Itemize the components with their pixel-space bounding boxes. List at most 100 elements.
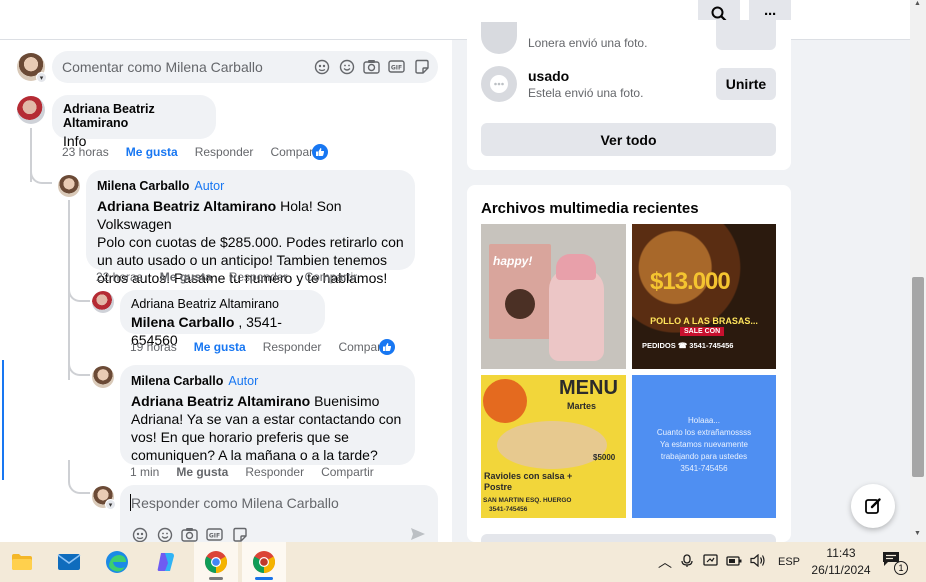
price-text: $13.000 bbox=[650, 268, 731, 295]
comment-composer[interactable]: Comentar como Milena Carballo GIF bbox=[52, 51, 438, 83]
comment-time[interactable]: 1 min bbox=[130, 465, 159, 479]
media-thumbnail[interactable]: happy! bbox=[481, 224, 626, 369]
emoji-icon[interactable] bbox=[156, 526, 173, 542]
chevron-down-icon[interactable]: ▾ bbox=[105, 499, 116, 510]
mail-icon bbox=[57, 554, 81, 570]
like-reaction-badge[interactable] bbox=[379, 339, 395, 355]
comment-bubble: Adriana Beatriz Altamirano Info bbox=[52, 95, 216, 149]
mention-link[interactable]: Adriana Beatriz Altamirano bbox=[131, 393, 310, 409]
svg-text:GIF: GIF bbox=[391, 65, 402, 72]
group-avatar[interactable] bbox=[481, 22, 517, 54]
comment-author[interactable]: Adriana Beatriz Altamirano bbox=[131, 297, 314, 311]
share-button[interactable]: Compartir bbox=[304, 270, 357, 284]
scrollbar-thumb[interactable] bbox=[912, 277, 924, 477]
taskbar-mail[interactable] bbox=[47, 542, 91, 582]
chevron-down-icon[interactable]: ▾ bbox=[36, 72, 47, 83]
group-avatar[interactable] bbox=[481, 66, 517, 102]
gif-icon[interactable]: GIF bbox=[206, 526, 223, 542]
comment-author[interactable]: Milena Carballo bbox=[131, 374, 223, 388]
restaurant-logo bbox=[483, 379, 527, 423]
send-icon[interactable] bbox=[410, 527, 426, 542]
reply-button[interactable]: Responder bbox=[263, 340, 322, 354]
mention-link[interactable]: Milena Carballo bbox=[131, 314, 234, 330]
product-box: happy! bbox=[489, 244, 551, 339]
menu-address: SAN MARTIN ESQ. HUERGO bbox=[483, 497, 572, 504]
reply-input[interactable]: Responder como Milena Carballo bbox=[131, 495, 339, 511]
chrome-icon bbox=[253, 551, 275, 573]
notification-count-badge: 1 bbox=[894, 561, 908, 575]
emoji-icon[interactable] bbox=[338, 58, 355, 75]
folder-icon bbox=[12, 554, 32, 570]
share-button[interactable]: Compartir bbox=[321, 465, 374, 479]
promo-tag: SALE CON bbox=[680, 327, 725, 336]
comment-time[interactable]: 19 horas bbox=[130, 340, 177, 354]
group-activity: Lonera envió una foto. bbox=[528, 36, 648, 50]
taskbar-file-explorer[interactable] bbox=[0, 542, 44, 582]
gif-icon[interactable]: GIF bbox=[388, 58, 405, 75]
reply-composer[interactable]: Responder como Milena Carballo GIF bbox=[120, 485, 438, 542]
meet-now-icon[interactable] bbox=[676, 553, 698, 571]
like-button[interactable]: Me gusta bbox=[126, 145, 178, 159]
avatar[interactable] bbox=[17, 96, 45, 124]
like-button[interactable]: Me gusta bbox=[194, 340, 246, 354]
comment-time[interactable]: 22 horas bbox=[96, 270, 143, 284]
battery-icon[interactable] bbox=[722, 555, 746, 569]
scroll-up-icon[interactable]: ▲ bbox=[914, 0, 921, 7]
menu-title: MENU bbox=[559, 377, 618, 399]
join-button[interactable]: Unirte bbox=[716, 68, 776, 100]
avatar[interactable] bbox=[92, 366, 114, 388]
promo-text: POLLO A LAS BRASAS... bbox=[650, 316, 758, 326]
new-message-button[interactable] bbox=[851, 484, 895, 528]
thread-connector bbox=[68, 460, 90, 494]
bottle-graphic bbox=[549, 269, 604, 361]
composer-icons: GIF bbox=[313, 58, 430, 75]
media-thumbnail[interactable]: $13.000 POLLO A LAS BRASAS... SALE CON P… bbox=[632, 224, 776, 369]
mention-link[interactable]: Adriana Beatriz Altamirano bbox=[97, 198, 276, 214]
comment-text: Adriana Beatriz Altamirano Buenisimo Adr… bbox=[131, 393, 402, 463]
sticker-icon[interactable] bbox=[231, 526, 248, 542]
avatar-sticker-icon[interactable] bbox=[313, 58, 330, 75]
camera-icon[interactable] bbox=[363, 58, 380, 75]
comment-input[interactable]: Comentar como Milena Carballo bbox=[62, 59, 263, 75]
taskbar-chrome-profile-2[interactable] bbox=[242, 542, 286, 582]
author-badge: Autor bbox=[194, 179, 225, 193]
like-reaction-badge[interactable] bbox=[312, 144, 328, 160]
see-all-button[interactable]: Ver todo bbox=[481, 123, 776, 156]
comment-actions: 19 horas Me gusta Responder Compartir bbox=[130, 340, 408, 354]
comment-author[interactable]: Adriana Beatriz Altamirano bbox=[63, 102, 205, 130]
comment-bubble: Milena Carballo Autor Adriana Beatriz Alt… bbox=[120, 365, 415, 465]
comment-time[interactable]: 23 horas bbox=[62, 145, 109, 159]
volume-icon[interactable] bbox=[746, 553, 770, 570]
comment-author[interactable]: Milena Carballo bbox=[97, 179, 189, 193]
reply-button[interactable]: Responder bbox=[229, 270, 288, 284]
media-thumbnail[interactable]: MENU Martes $5000 Ravioles con salsa + Po… bbox=[481, 375, 626, 518]
reply-button[interactable]: Responder bbox=[195, 145, 254, 159]
clock-date: 26/11/2024 bbox=[811, 563, 871, 577]
join-button[interactable] bbox=[716, 20, 776, 50]
group-chat-icon bbox=[490, 75, 508, 93]
reply-button[interactable]: Responder bbox=[245, 465, 304, 479]
input-language[interactable]: ESP bbox=[778, 556, 800, 568]
like-button[interactable]: Me gusta bbox=[160, 270, 212, 284]
taskbar-chrome-profile-1[interactable] bbox=[194, 542, 238, 582]
camera-icon[interactable] bbox=[181, 526, 198, 542]
avatar[interactable] bbox=[58, 175, 80, 197]
comments-panel: ▾ Comentar como Milena Carballo GIF Adri… bbox=[0, 40, 452, 542]
scroll-down-icon[interactable]: ▼ bbox=[914, 530, 921, 537]
network-icon[interactable] bbox=[698, 554, 722, 570]
media-thumbnail[interactable]: Holaaa... Cuanto los extrañamossss Ya es… bbox=[632, 375, 776, 518]
product-text: happy! bbox=[493, 254, 533, 268]
chevron-up-icon[interactable]: ︿ bbox=[654, 552, 676, 572]
like-button[interactable]: Me gusta bbox=[176, 465, 228, 479]
taskbar-copilot[interactable] bbox=[144, 542, 188, 582]
sticker-icon[interactable] bbox=[413, 58, 430, 75]
media-title: Archivos multimedia recientes bbox=[481, 200, 699, 217]
page-scrollbar[interactable]: ▲ ▼ bbox=[910, 0, 926, 542]
group-name[interactable]: usado bbox=[528, 68, 569, 84]
column-gutter bbox=[452, 40, 466, 542]
taskbar-edge[interactable] bbox=[95, 542, 139, 582]
notification-center-button[interactable]: 1 bbox=[882, 551, 908, 575]
avatar-sticker-icon[interactable] bbox=[131, 526, 148, 542]
taskbar-clock[interactable]: 11:43 26/11/2024 bbox=[808, 545, 874, 579]
avatar[interactable] bbox=[92, 291, 114, 313]
